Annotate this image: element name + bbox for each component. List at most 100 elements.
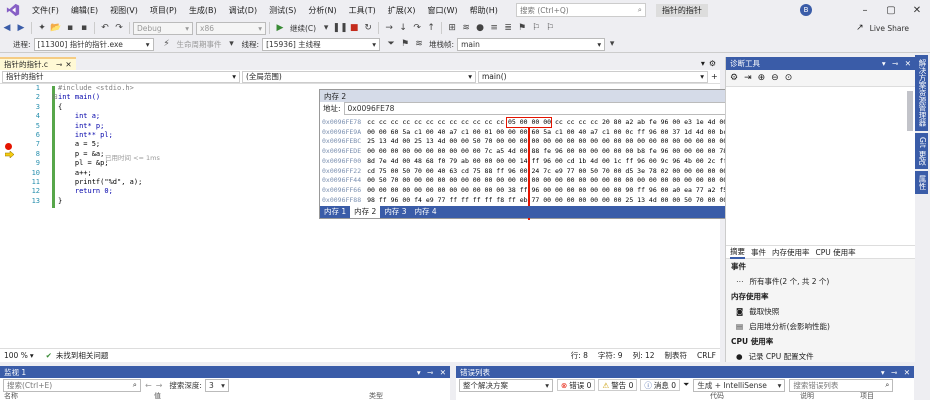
search-forward-icon[interactable]: → <box>156 381 163 390</box>
filter-icon[interactable]: ⏷ <box>683 380 689 390</box>
continue-button[interactable]: 继续(C) <box>287 23 319 34</box>
reset-zoom-icon[interactable]: ⊙ <box>785 73 793 83</box>
close-icon[interactable]: ✕ <box>65 60 71 69</box>
code-line[interactable]: int** pl; <box>58 131 113 139</box>
menu-window[interactable]: 窗口(W) <box>422 5 464 16</box>
code-line[interactable]: int a; <box>58 112 100 120</box>
scope-nav-select[interactable]: (全局范围) ▾ <box>242 70 476 83</box>
pin-icon[interactable]: ⊸ <box>427 368 433 377</box>
hex-display-icon[interactable]: ⊞ <box>445 21 459 35</box>
menu-test[interactable]: 测试(S) <box>263 5 302 16</box>
watch-col-type[interactable]: 类型 <box>369 391 383 400</box>
stack-frame-select[interactable]: main ▾ <box>457 37 606 51</box>
tab-pointer-c[interactable]: 指针的指针.c ⊸ ✕ <box>0 57 76 70</box>
step-over-icon[interactable]: ↷ <box>410 21 424 35</box>
menu-tools[interactable]: 工具(T) <box>343 5 382 16</box>
new-project-icon[interactable]: ✦ <box>35 21 49 35</box>
chevron-down-icon[interactable]: ▾ <box>881 368 885 377</box>
watch-col-value[interactable]: 值 <box>154 391 369 400</box>
back-icon[interactable]: ◀ <box>0 21 14 35</box>
code-line[interactable]: pl = &p; <box>58 159 109 167</box>
chevron-down-icon[interactable]: ▾ <box>319 21 333 35</box>
search-back-icon[interactable]: ← <box>145 381 152 390</box>
record-cpu-item[interactable]: ● 记录 CPU 配置文件 <box>726 349 915 364</box>
menu-help[interactable]: 帮助(H) <box>464 5 504 16</box>
messages-filter-button[interactable]: ⓘ 消息 0 <box>640 379 680 391</box>
menu-debug[interactable]: 调试(D) <box>223 5 263 16</box>
code-line[interactable]: int main() <box>58 93 100 101</box>
take-snapshot-item[interactable]: ◙ 截取快照 <box>726 304 915 319</box>
menu-analyze[interactable]: 分析(N) <box>302 5 342 16</box>
comment-icon[interactable]: ≡ <box>487 21 501 35</box>
thread-icon[interactable]: ≋ <box>459 21 473 35</box>
continue-icon[interactable]: ▶ <box>273 21 287 35</box>
close-icon[interactable]: ✕ <box>905 59 911 68</box>
errors-filter-button[interactable]: ⊗ 错误 0 <box>557 379 596 391</box>
undo-icon[interactable]: ↶ <box>98 21 112 35</box>
zoom-out-icon[interactable]: ⊖ <box>771 73 779 83</box>
tab-summary[interactable]: 摘要 <box>730 246 745 259</box>
code-line[interactable]: p = &a; <box>58 150 105 158</box>
pause-icon[interactable]: ❚❚ <box>333 21 348 35</box>
chevron-down-icon[interactable]: ▾ <box>225 37 239 51</box>
filter-icon[interactable]: ⏷ <box>384 37 398 51</box>
menu-edit[interactable]: 编辑(E) <box>65 5 104 16</box>
settings-icon[interactable]: ⚙ <box>730 73 738 83</box>
configuration-select[interactable]: Debug ▾ <box>133 21 193 35</box>
all-events-item[interactable]: ⋯ 所有事件(2 个, 共 2 个) <box>726 274 915 289</box>
menu-view[interactable]: 视图(V) <box>104 5 144 16</box>
pin-icon[interactable]: ⊸ <box>892 59 898 68</box>
menu-project[interactable]: 项目(P) <box>144 5 183 16</box>
lifecycle-events-icon[interactable]: ⚡ <box>160 37 174 51</box>
address-input[interactable]: 0x0096FE78▾ <box>343 102 776 115</box>
line-endings[interactable]: CRLF <box>697 351 716 360</box>
tab-events[interactable]: 事件 <box>751 247 766 258</box>
close-icon[interactable]: ✕ <box>904 368 910 377</box>
project-nav-select[interactable]: 指针的指针 ▾ <box>2 70 240 83</box>
chevron-down-icon[interactable]: ▾ <box>882 59 886 68</box>
error-col-description[interactable]: 说明 <box>800 391 860 400</box>
error-scope-select[interactable]: 整个解决方案 ▾ <box>459 378 553 392</box>
code-line[interactable]: #include <stdio.h> <box>58 84 134 92</box>
bookmark-next-icon[interactable]: ⚐ <box>543 21 557 35</box>
error-col-project[interactable]: 项目 <box>860 391 874 400</box>
save-all-icon[interactable]: ▪ <box>77 21 91 35</box>
breakpoint-icon[interactable]: ● <box>473 21 487 35</box>
pin-icon[interactable]: ⊸ <box>56 60 62 69</box>
show-threads-icon[interactable]: ≋ <box>412 37 426 51</box>
redo-icon[interactable]: ↷ <box>112 21 126 35</box>
code-line[interactable]: printf("%d", a); <box>58 178 142 186</box>
editor-gutter[interactable] <box>0 84 52 348</box>
chevron-down-icon[interactable]: ▾ <box>605 37 619 51</box>
minimize-icon[interactable]: – <box>852 5 878 16</box>
close-icon[interactable]: ✕ <box>904 5 930 16</box>
code-line[interactable]: int* p; <box>58 122 105 130</box>
thread-select[interactable]: [15936] 主线程 ▾ <box>262 37 381 51</box>
tab-git-changes[interactable]: Git 更改 <box>915 132 928 169</box>
avatar[interactable]: B <box>800 4 812 16</box>
graph-scrollbar[interactable] <box>907 91 913 131</box>
function-nav-select[interactable]: main() ▾ <box>478 70 708 83</box>
tab-memory-2[interactable]: 内存 2 <box>350 206 381 218</box>
tab-cpu-usage[interactable]: CPU 使用率 <box>816 247 856 258</box>
flag-threads-icon[interactable]: ⚑ <box>398 37 412 51</box>
bookmark-prev-icon[interactable]: ⚐ <box>529 21 543 35</box>
code-line[interactable]: } <box>58 197 62 205</box>
tabs-mode[interactable]: 制表符 <box>665 350 688 361</box>
zoom-level[interactable]: 100 % <box>4 351 28 360</box>
step-out-icon[interactable]: ↑ <box>424 21 438 35</box>
menu-file[interactable]: 文件(F) <box>26 5 65 16</box>
issues-status[interactable]: 未找到相关问题 <box>56 350 109 361</box>
chevron-down-icon[interactable]: ▾ <box>30 351 34 360</box>
export-icon[interactable]: ⇥ <box>744 73 752 83</box>
platform-select[interactable]: x86 ▾ <box>196 21 266 35</box>
watch-col-name[interactable]: 名称 <box>4 391 154 400</box>
code-line[interactable]: return 0; <box>58 187 113 195</box>
forward-icon[interactable]: ▶ <box>14 21 28 35</box>
menu-extensions[interactable]: 扩展(X) <box>382 5 422 16</box>
process-select[interactable]: [11300] 指针的指针.exe ▾ <box>33 37 154 51</box>
step-into-icon[interactable]: ↓ <box>396 21 410 35</box>
stop-icon[interactable]: ■ <box>347 21 361 35</box>
heap-profiling-item[interactable]: ▤ 启用堆分析(会影响性能) <box>726 319 915 334</box>
lifecycle-events-button[interactable]: 生命周期事件 <box>174 39 225 50</box>
